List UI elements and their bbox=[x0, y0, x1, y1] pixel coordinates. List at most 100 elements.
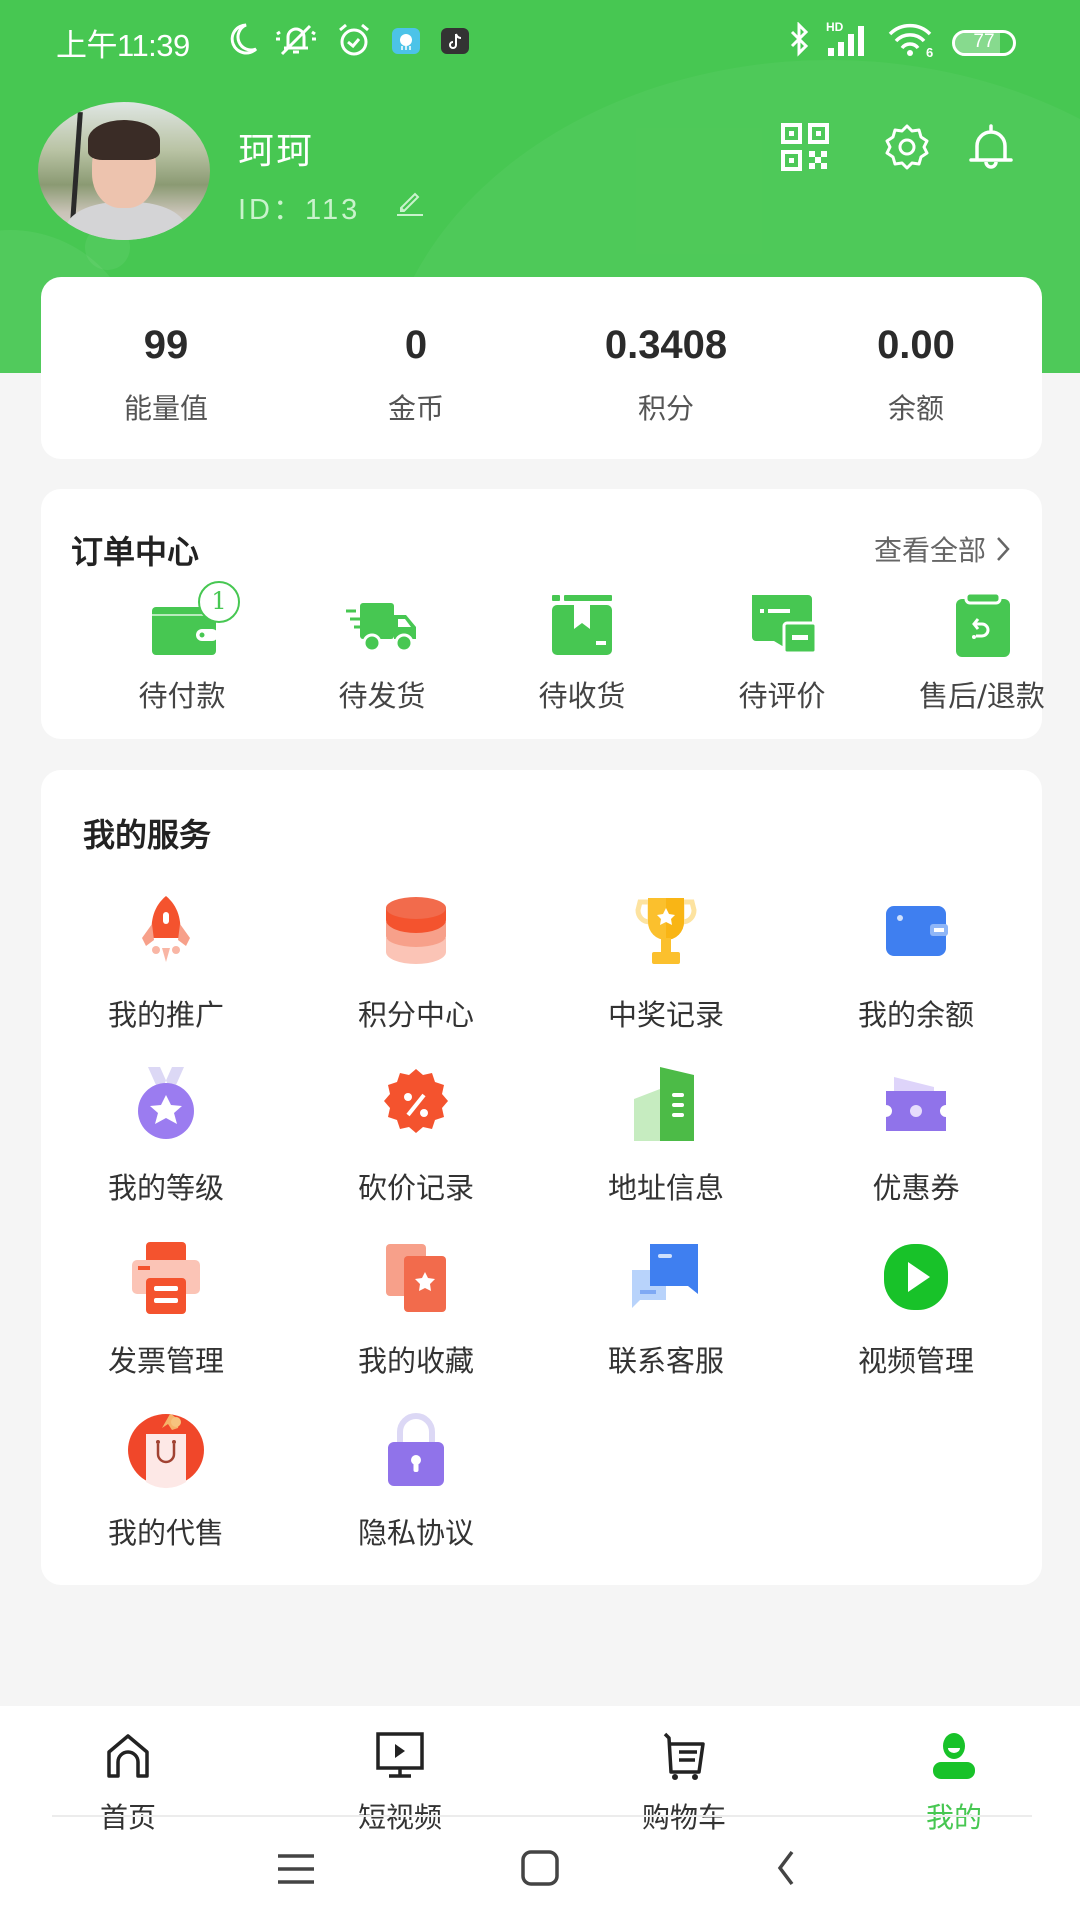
service-prize-records[interactable]: 中奖记录 bbox=[541, 892, 791, 1042]
edit-icon[interactable] bbox=[394, 186, 426, 218]
stat-label: 能量值 bbox=[123, 392, 208, 425]
bluetooth-icon bbox=[790, 22, 809, 57]
stat-energy[interactable]: 99 能量值 bbox=[41, 277, 291, 459]
package-icon bbox=[552, 595, 612, 655]
chat-icon bbox=[632, 1244, 698, 1308]
service-label: 积分中心 bbox=[357, 998, 474, 1032]
order-center-title: 订单中心 bbox=[71, 533, 200, 571]
divider bbox=[52, 1815, 1032, 1817]
order-pending-receipt[interactable]: 待收货 bbox=[482, 589, 682, 719]
order-center-card: 订单中心 查看全部 1 待付款 待发货 待收货 待评价 售后/退款 bbox=[41, 489, 1045, 739]
service-bargain-records[interactable]: 砍价记录 bbox=[291, 1065, 541, 1215]
service-my-consignment[interactable]: 我的代售 bbox=[41, 1410, 291, 1560]
service-label: 发票管理 bbox=[107, 1344, 224, 1378]
stat-coins[interactable]: 0 金币 bbox=[291, 277, 541, 459]
back-button[interactable] bbox=[770, 1838, 800, 1898]
stat-value: 0 bbox=[404, 323, 428, 367]
service-address-info[interactable]: 地址信息 bbox=[541, 1065, 791, 1215]
view-all-orders-link[interactable]: 查看全部 bbox=[874, 529, 1012, 569]
wifi6-icon: 6 bbox=[888, 23, 933, 58]
stat-balance[interactable]: 0.00 余额 bbox=[791, 277, 1041, 459]
video-play-icon bbox=[884, 1244, 948, 1310]
service-invoice-management[interactable]: 发票管理 bbox=[41, 1238, 291, 1388]
stat-value: 0.3408 bbox=[604, 323, 728, 367]
user-id: ID：113 bbox=[238, 194, 361, 226]
notification-bell-icon[interactable] bbox=[966, 122, 1016, 172]
status-bar: 上午11:39 HD 6 77 bbox=[0, 0, 1080, 84]
cart-icon bbox=[663, 1732, 705, 1780]
stat-label: 积分 bbox=[637, 392, 694, 425]
tab-short-video[interactable]: 短视频 bbox=[310, 1724, 490, 1834]
stat-label: 金币 bbox=[387, 392, 444, 425]
building-icon bbox=[634, 1067, 694, 1141]
tab-shopping-cart[interactable]: 购物车 bbox=[594, 1724, 774, 1834]
trophy-icon bbox=[635, 898, 697, 964]
service-label: 中奖记录 bbox=[607, 998, 724, 1032]
service-my-promotion[interactable]: 我的推广 bbox=[41, 892, 291, 1042]
order-pending-payment[interactable]: 1 待付款 bbox=[82, 581, 282, 719]
stats-card: 99 能量值 0 金币 0.3408 积分 0.00 余额 bbox=[41, 277, 1042, 459]
service-coupons[interactable]: 优惠券 bbox=[791, 1065, 1041, 1215]
recent-apps-button[interactable] bbox=[274, 1838, 318, 1898]
tab-home[interactable]: 首页 bbox=[38, 1724, 218, 1834]
status-time: 上午11:39 bbox=[56, 28, 190, 63]
comment-icon bbox=[752, 595, 818, 655]
service-label: 地址信息 bbox=[607, 1171, 724, 1205]
chevron-right-icon bbox=[997, 537, 1010, 561]
stat-value: 0.00 bbox=[877, 323, 955, 367]
wifi-label: 6 bbox=[926, 45, 933, 58]
service-my-favorites[interactable]: 我的收藏 bbox=[291, 1238, 541, 1388]
network-label: HD bbox=[826, 20, 844, 34]
order-pending-review[interactable]: 待评价 bbox=[682, 589, 882, 719]
coins-icon bbox=[386, 897, 446, 964]
order-after-sales-refund[interactable]: 售后/退款 bbox=[882, 589, 1080, 719]
service-label: 我的收藏 bbox=[357, 1344, 474, 1378]
profile-icon bbox=[933, 1733, 975, 1779]
hd-signal-icon: HD bbox=[826, 20, 864, 56]
avatar[interactable] bbox=[38, 102, 210, 240]
service-privacy-agreement[interactable]: 隐私协议 bbox=[291, 1410, 541, 1560]
alarm-icon bbox=[339, 23, 369, 56]
service-video-management[interactable]: 视频管理 bbox=[791, 1238, 1041, 1388]
bell-muted-icon bbox=[276, 24, 316, 56]
service-my-level[interactable]: 我的等级 bbox=[41, 1065, 291, 1215]
lock-icon bbox=[388, 1413, 444, 1486]
tab-my-profile[interactable]: 我的 bbox=[864, 1724, 1044, 1834]
settings-icon[interactable] bbox=[882, 122, 932, 172]
tiktok-app-icon bbox=[441, 28, 469, 54]
qr-code-icon[interactable] bbox=[780, 122, 830, 172]
service-label: 联系客服 bbox=[607, 1344, 724, 1378]
username: 珂珂 bbox=[238, 131, 315, 172]
stat-points[interactable]: 0.3408 积分 bbox=[541, 277, 791, 459]
order-count-badge: 1 bbox=[198, 581, 240, 623]
service-label: 我的代售 bbox=[107, 1516, 224, 1550]
service-label: 我的推广 bbox=[107, 998, 224, 1032]
moon-icon bbox=[230, 23, 258, 55]
service-label: 我的余额 bbox=[857, 998, 974, 1032]
service-contact-support[interactable]: 联系客服 bbox=[541, 1238, 791, 1388]
service-my-balance[interactable]: 我的余额 bbox=[791, 892, 1041, 1042]
home-button[interactable] bbox=[518, 1838, 562, 1898]
service-label: 我的等级 bbox=[107, 1171, 224, 1205]
service-label: 砍价记录 bbox=[357, 1171, 474, 1205]
view-all-label: 查看全部 bbox=[873, 534, 986, 567]
service-points-center[interactable]: 积分中心 bbox=[291, 892, 541, 1042]
discount-icon bbox=[384, 1069, 448, 1133]
service-label: 隐私协议 bbox=[357, 1516, 474, 1550]
truck-icon bbox=[346, 603, 416, 653]
weather-app-icon bbox=[392, 28, 420, 54]
my-services-title: 我的服务 bbox=[83, 816, 212, 854]
shopping-bag-icon bbox=[128, 1414, 204, 1489]
medal-icon bbox=[138, 1067, 194, 1139]
stat-label: 余额 bbox=[887, 392, 944, 425]
stat-value: 99 bbox=[143, 323, 189, 367]
home-icon bbox=[107, 1734, 149, 1778]
invoice-icon bbox=[132, 1242, 200, 1314]
service-label: 优惠券 bbox=[872, 1171, 960, 1205]
wallet-icon bbox=[886, 906, 948, 956]
battery-text: 77 bbox=[973, 31, 995, 52]
battery-icon: 77 bbox=[952, 30, 1016, 56]
coupon-icon bbox=[886, 1077, 946, 1131]
order-pending-shipment[interactable]: 待发货 bbox=[282, 589, 482, 719]
order-label: 售后/退款 bbox=[919, 679, 1045, 713]
